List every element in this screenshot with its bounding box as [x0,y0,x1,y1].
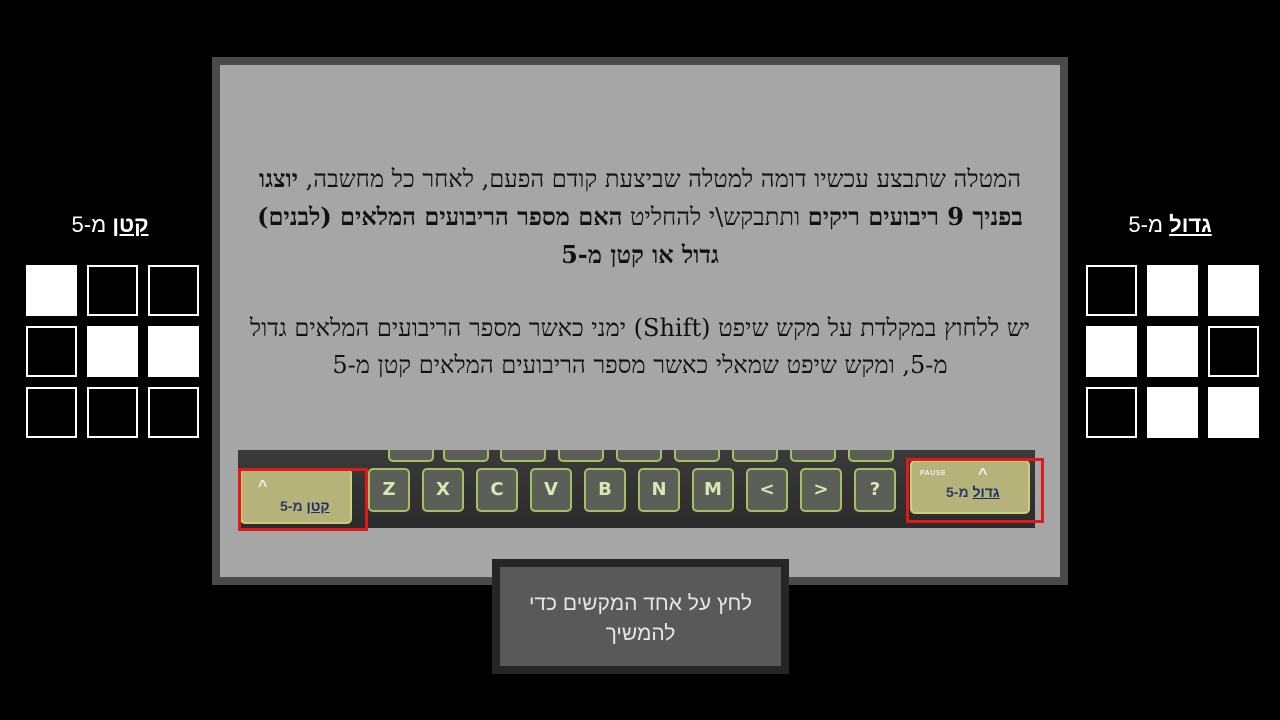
left-square-empty [148,265,199,316]
right-square-empty [1086,387,1137,438]
key-top-row [500,450,546,462]
left-squares-grid [26,265,199,438]
key-top-row [616,450,662,462]
instruction-paragraph-1: המטלה שתבצע עכשיו דומה למטלה שביצעת קודם… [240,160,1040,274]
key-top-row [674,450,720,462]
key-top-row [732,450,778,462]
keyboard-key: ? [854,468,896,512]
left-square-empty [87,387,138,438]
continue-label: לחץ על אחד המקשים כדי להמשיך [528,592,753,645]
keyboard-key: B [584,468,626,512]
left-shift-highlight [238,468,368,531]
right-square-empty [1208,326,1259,377]
left-square-filled [148,326,199,377]
small-than-5-label: קטן מ-5 [25,212,195,238]
keyboard-key: N [638,468,680,512]
small-label-rest: מ-5 [71,212,113,237]
continue-prompt[interactable]: לחץ על אחד המקשים כדי להמשיך [492,559,789,674]
key-top-row [558,450,604,462]
right-square-filled [1208,387,1259,438]
right-square-filled [1147,265,1198,316]
left-square-empty [26,387,77,438]
left-square-empty [87,265,138,316]
right-squares-grid [1086,265,1259,438]
greater-than-5-label: גדול מ-5 [1085,212,1255,238]
small-label-bold: קטן [112,212,149,237]
left-square-filled [26,265,77,316]
keyboard-key: Z [368,468,410,512]
right-square-filled [1147,387,1198,438]
keyboard-key: C [476,468,518,512]
key-top-row [790,450,836,462]
instr-part-a: המטלה שתבצע עכשיו דומה למטלה שביצעת קודם… [298,165,1022,193]
right-square-filled [1147,326,1198,377]
right-square-filled [1208,265,1259,316]
left-square-empty [26,326,77,377]
instruction-text: המטלה שתבצע עכשיו דומה למטלה שביצעת קודם… [240,160,1040,384]
right-shift-highlight [906,458,1044,523]
left-square-empty [148,387,199,438]
keyboard-key: X [422,468,464,512]
instruction-panel: המטלה שתבצע עכשיו דומה למטלה שביצעת קודם… [212,57,1068,585]
instr-part-c: ותתבקש\י להחליט [622,203,808,231]
left-square-filled [87,326,138,377]
key-top-row [848,450,894,462]
keyboard-key: M [692,468,734,512]
keyboard-key: V [530,468,572,512]
right-square-empty [1086,265,1137,316]
keyboard-key: < [746,468,788,512]
great-label-bold: גדול [1169,212,1212,237]
great-label-rest: מ-5 [1128,212,1170,237]
right-square-filled [1086,326,1137,377]
key-top-row [388,450,434,462]
instruction-paragraph-2: יש ללחוץ במקלדת על מקש שיפט (Shift) ימני… [249,314,1031,379]
keyboard-key: > [800,468,842,512]
key-top-row [443,450,489,462]
